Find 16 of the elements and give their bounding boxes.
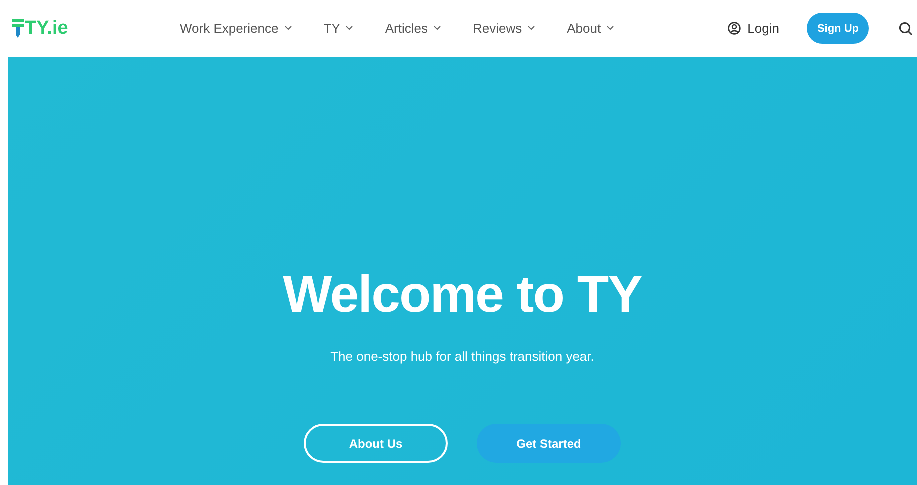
user-icon bbox=[728, 22, 741, 35]
nav-menu-item[interactable]: Work Experience bbox=[180, 21, 292, 36]
brush-logo-icon bbox=[12, 18, 24, 38]
chevron-down-icon bbox=[284, 26, 292, 31]
chevron-down-icon bbox=[528, 26, 536, 31]
nav-menu-item[interactable]: Articles bbox=[385, 21, 441, 36]
nav-menu-item[interactable]: About bbox=[567, 21, 614, 36]
chevron-down-icon bbox=[607, 26, 614, 31]
hero-title: Welcome to TY bbox=[283, 265, 642, 325]
nav-menu-item[interactable]: Reviews bbox=[473, 21, 536, 36]
search-icon[interactable] bbox=[899, 22, 913, 36]
hero-subtitle: The one-stop hub for all things transition year. bbox=[330, 349, 594, 364]
chevron-down-icon bbox=[434, 26, 441, 31]
nav-menu-item[interactable]: TY bbox=[324, 21, 354, 36]
login-link[interactable]: Login bbox=[728, 21, 780, 36]
chevron-down-icon bbox=[346, 26, 354, 31]
